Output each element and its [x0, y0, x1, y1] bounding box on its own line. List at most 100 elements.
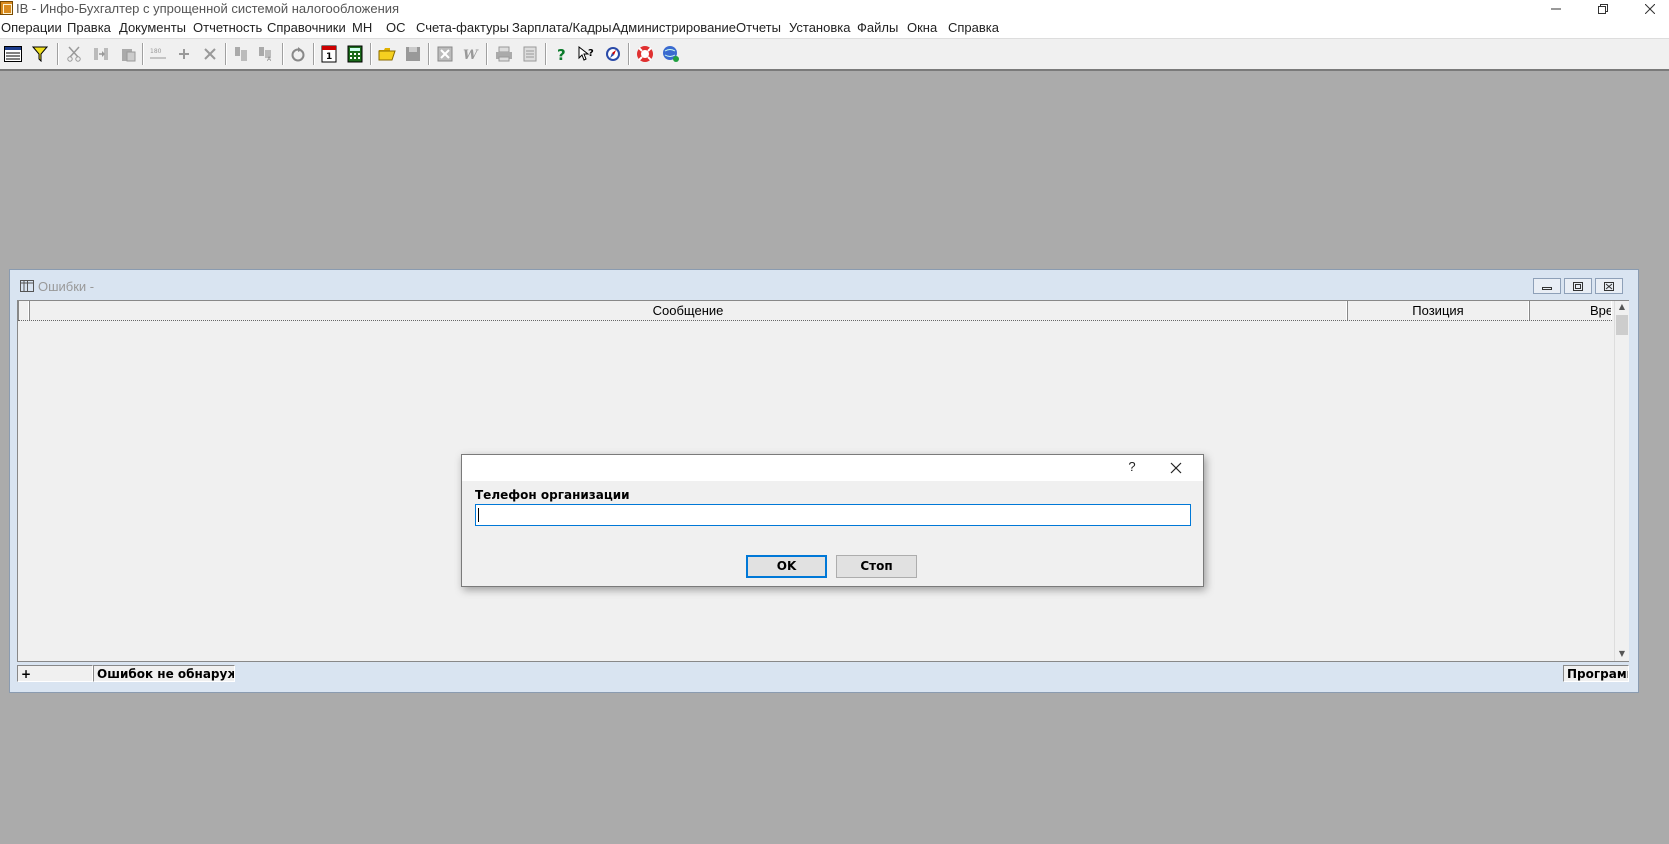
svg-text:?: ? [557, 46, 566, 62]
status-source: Программа [1563, 665, 1629, 682]
filter-button[interactable] [30, 44, 50, 64]
cut-button[interactable] [64, 44, 84, 64]
status-expand[interactable]: + [17, 665, 93, 682]
print-icon [496, 46, 512, 62]
app-logo-icon [0, 1, 13, 15]
cut-icon [67, 46, 81, 62]
column-header-time[interactable]: Время [1529, 301, 1612, 320]
number-sort-button[interactable]: 180 [148, 44, 168, 64]
phone-dialog: ? Телефон организации OK Стоп [461, 454, 1204, 587]
menu-payroll[interactable]: Зарплата/Кадры [512, 20, 612, 35]
calculator-button[interactable] [345, 44, 365, 64]
menu-reporting[interactable]: Отчетность [193, 20, 262, 35]
menu-operations[interactable]: Операции [1, 20, 62, 35]
find-button[interactable] [231, 44, 251, 64]
save-button[interactable] [403, 44, 423, 64]
help-button[interactable]: ? [552, 44, 572, 64]
export-icon [437, 46, 453, 62]
menu-administration[interactable]: Администрирование [612, 20, 736, 35]
toolbar-separator [142, 43, 144, 65]
close-icon [1645, 4, 1655, 14]
web-icon [663, 46, 679, 62]
menu-documents[interactable]: Документы [119, 20, 186, 35]
delete-button[interactable] [200, 44, 220, 64]
menu-mn[interactable]: МН [352, 20, 372, 35]
menu-reports[interactable]: Отчеты [736, 20, 781, 35]
restore-button[interactable] [1580, 0, 1626, 18]
menu-windows[interactable]: Окна [907, 20, 937, 35]
row-selector-header[interactable] [18, 301, 29, 320]
ok-button[interactable]: OK [746, 555, 827, 578]
transfer-button[interactable] [91, 44, 111, 64]
menu-setup[interactable]: Установка [789, 20, 850, 35]
support-button[interactable] [635, 44, 655, 64]
menu-bar: Операции Правка Документы Отчетность Спр… [0, 18, 1669, 39]
app-title-bar: IB - Инфо-Бухгалтер с упрощенной системо… [0, 0, 1669, 18]
replace-button[interactable]: A [257, 44, 277, 64]
svg-text:?: ? [588, 48, 594, 59]
minimize-button[interactable] [1533, 0, 1579, 18]
menu-edit[interactable]: Правка [67, 20, 111, 35]
dialog-help-button[interactable]: ? [1122, 459, 1142, 477]
scroll-up-icon[interactable]: ▲ [1615, 301, 1629, 313]
menu-os[interactable]: ОС [386, 20, 406, 35]
navigator-icon [606, 47, 620, 61]
menu-references[interactable]: Справочники [267, 20, 346, 35]
svg-text:180: 180 [150, 48, 162, 55]
toolbar-separator [428, 43, 430, 65]
phone-field-label: Телефон организации [475, 488, 630, 502]
find-icon [235, 47, 247, 61]
column-header-message[interactable]: Сообщение [29, 301, 1347, 320]
vertical-scrollbar[interactable]: ▲ ▼ [1614, 301, 1629, 661]
preview-button[interactable] [520, 44, 540, 64]
toolbar-separator [282, 43, 284, 65]
word-button[interactable]: W [461, 44, 481, 64]
dialog-close-button[interactable] [1166, 459, 1186, 477]
open-folder-button[interactable] [377, 44, 397, 64]
close-app-button[interactable] [1627, 0, 1669, 18]
print-button[interactable] [494, 44, 514, 64]
calendar-button[interactable]: 1 [319, 44, 339, 64]
add-button[interactable] [174, 44, 194, 64]
add-icon [179, 49, 189, 59]
toolbar-separator [370, 43, 372, 65]
toolbar-separator [486, 43, 488, 65]
errors-window-title: Ошибки - [38, 279, 95, 294]
column-header-position[interactable]: Позиция [1347, 301, 1529, 320]
paste-button[interactable] [118, 44, 138, 64]
minimize-icon [1542, 287, 1552, 290]
context-help-button[interactable]: ? [577, 44, 597, 64]
web-button[interactable] [661, 44, 681, 64]
open-folder-icon [378, 48, 396, 61]
child-maximize-button[interactable] [1564, 278, 1592, 294]
refresh-button[interactable] [288, 44, 308, 64]
svg-text:A: A [267, 56, 272, 62]
filter-icon [32, 46, 48, 62]
app-title: IB - Инфо-Бухгалтер с упрощенной системо… [16, 1, 400, 16]
scroll-thumb[interactable] [1616, 315, 1628, 335]
menu-invoices[interactable]: Счета-фактуры [416, 20, 509, 35]
status-message: Ошибок не обнаружено [93, 665, 235, 682]
svg-text:1: 1 [326, 52, 332, 62]
phone-input[interactable] [475, 504, 1191, 526]
word-icon: W [463, 48, 479, 62]
menu-files[interactable]: Файлы [857, 20, 898, 35]
errors-status-bar: + Ошибок не обнаружено Программа [17, 665, 1629, 683]
grid-view-button[interactable] [3, 44, 23, 64]
text-caret [478, 508, 479, 522]
child-minimize-button[interactable] [1533, 278, 1561, 294]
navigator-button[interactable] [603, 44, 623, 64]
stop-button[interactable]: Стоп [836, 555, 917, 578]
scroll-down-icon[interactable]: ▼ [1615, 648, 1629, 660]
toolbar-separator [313, 43, 315, 65]
status-spacer [235, 665, 1563, 682]
menu-help[interactable]: Справка [948, 20, 999, 35]
child-close-button[interactable] [1595, 278, 1623, 294]
export-button[interactable] [435, 44, 455, 64]
support-icon [637, 46, 653, 62]
close-icon [1604, 281, 1614, 291]
minimize-icon [1551, 8, 1561, 10]
delete-icon [204, 48, 216, 60]
toolbar-separator [545, 43, 547, 65]
toolbar: 180 A 1 W ? ? [0, 39, 1669, 71]
